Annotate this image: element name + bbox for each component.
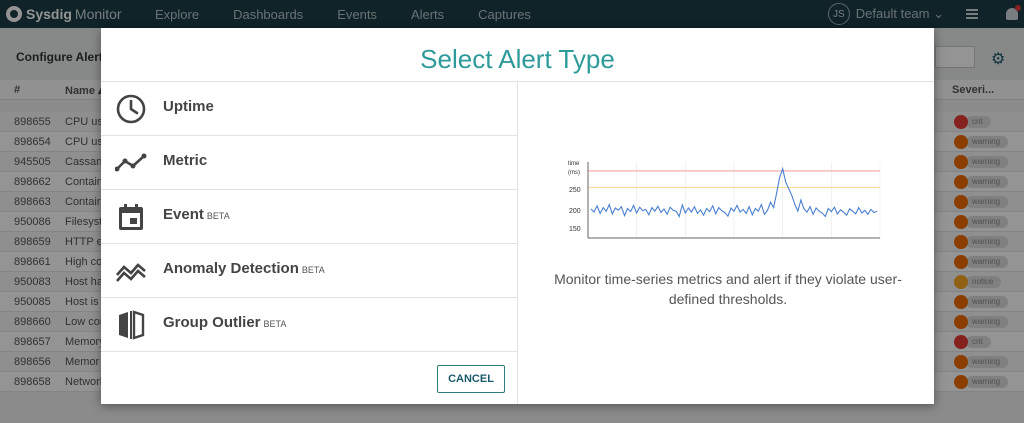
alert-type-description: Monitor time-series metrics and alert if… xyxy=(554,271,902,307)
clock-icon xyxy=(116,94,146,124)
calendar-icon xyxy=(119,204,143,230)
alert-type-list: Uptime Metric Event BETA Anomaly Detecti… xyxy=(101,82,518,404)
alert-type-preview: time (ms) 250 200 150 Monitor time-serie… xyxy=(518,82,934,404)
metric-preview-chart: time (ms) 250 200 150 xyxy=(568,161,881,239)
y-axis-label-line1: time xyxy=(568,161,580,167)
y-tick-250: 250 xyxy=(569,187,581,194)
option-anomaly-detection[interactable]: Anomaly Detection BETA xyxy=(101,244,517,298)
dialog-title: Select Alert Type xyxy=(101,28,934,82)
y-tick-150: 150 xyxy=(569,226,581,233)
option-event[interactable]: Event BETA xyxy=(101,190,517,244)
option-label: Event BETA xyxy=(163,206,230,223)
y-axis-label-line2: (ms) xyxy=(568,170,580,176)
option-uptime[interactable]: Uptime xyxy=(101,82,517,136)
option-label: Uptime xyxy=(163,98,214,115)
option-label: Group Outlier BETA xyxy=(163,314,287,331)
option-metric[interactable]: Metric xyxy=(101,136,517,190)
select-alert-type-dialog: Select Alert Type Uptime Metric Event BE… xyxy=(101,28,934,404)
dialog-footer: CANCEL xyxy=(101,352,518,404)
option-label: Anomaly Detection BETA xyxy=(163,260,325,277)
metric-line-icon xyxy=(115,153,147,172)
cancel-button[interactable]: CANCEL xyxy=(437,365,505,393)
option-label: Metric xyxy=(163,152,208,169)
option-group-outlier[interactable]: Group Outlier BETA xyxy=(101,298,517,352)
group-outlier-icon xyxy=(119,310,145,340)
y-tick-200: 200 xyxy=(569,208,581,215)
anomaly-icon xyxy=(116,263,146,282)
